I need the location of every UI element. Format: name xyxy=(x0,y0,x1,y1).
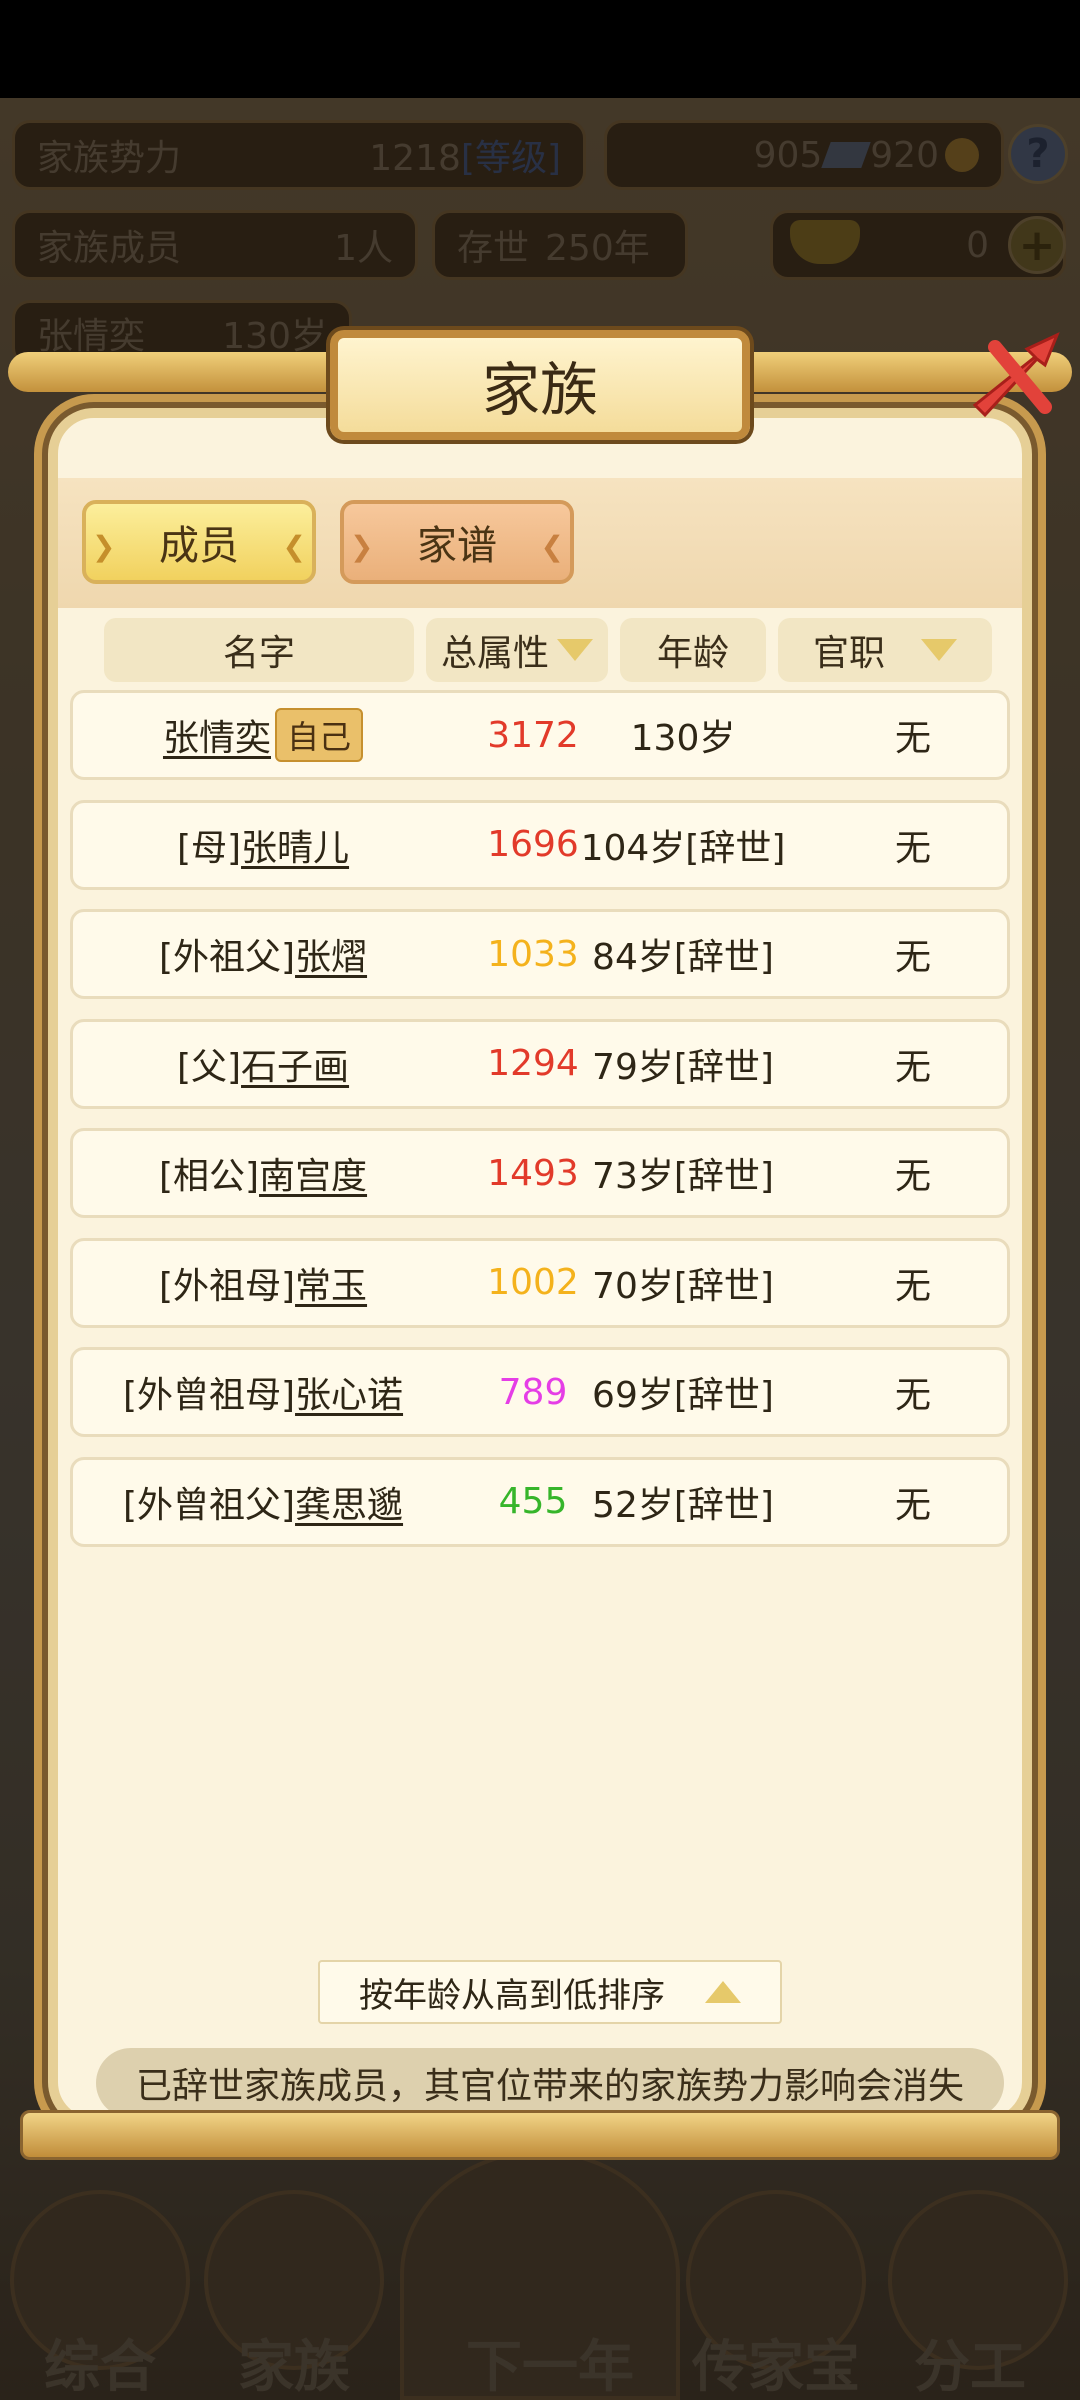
family-dialog: ❯ 成员 ❮ ❯ 家谱 ❮ 名字 总属性 年龄 官职 张情奕 自己 3172 130岁… xyxy=(48,408,1032,2128)
member-row[interactable]: [外祖父] 张熠 1033 84岁[辞世] 无 xyxy=(70,909,1010,999)
member-office: 无 xyxy=(894,937,931,978)
member-name-cell: [外曾祖父] 龚思邈 xyxy=(73,1460,453,1544)
member-name-link[interactable]: 张情奕 xyxy=(163,709,271,761)
column-header-name: 名字 xyxy=(104,618,414,682)
member-age: 130岁 xyxy=(630,718,736,759)
member-name-link[interactable]: 石子画 xyxy=(241,1038,349,1090)
member-relation: [外曾祖母] xyxy=(122,1375,296,1416)
member-age: 70岁[辞世] xyxy=(592,1265,774,1307)
tab-genealogy-label: 家谱 xyxy=(417,523,497,569)
column-header-attr[interactable]: 总属性 xyxy=(426,618,608,682)
member-office: 无 xyxy=(894,1046,931,1088)
member-row[interactable]: [外曾祖母] 张心诺 789 69岁[辞世] 无 xyxy=(70,1347,1010,1437)
member-name-link[interactable]: 南宫度 xyxy=(259,1147,367,1199)
member-age: 69岁[辞世] xyxy=(592,1375,774,1416)
status-bar xyxy=(0,0,1080,98)
member-name-cell: 张情奕 自己 xyxy=(73,693,453,777)
member-office: 无 xyxy=(894,827,931,869)
tab-members[interactable]: ❯ 成员 ❮ xyxy=(82,500,316,584)
member-name-link[interactable]: 张心诺 xyxy=(295,1366,403,1418)
member-name-link[interactable]: 张熠 xyxy=(295,928,367,980)
member-relation: [外祖母] xyxy=(158,1265,296,1307)
member-relation: [母] xyxy=(176,827,242,869)
member-relation: [父] xyxy=(176,1046,242,1088)
member-age: 52岁[辞世] xyxy=(592,1484,774,1526)
member-relation: [相公] xyxy=(158,1156,260,1197)
member-row[interactable]: [母] 张晴儿 1696 104岁[辞世] 无 xyxy=(70,799,1010,890)
notice-banner: 已辞世家族成员，其官位带来的家族势力影响会消失 xyxy=(96,2048,1004,2118)
member-name-cell: [外曾祖母] 张心诺 xyxy=(73,1350,453,1434)
chevron-up-icon xyxy=(705,1981,741,2003)
sort-down-icon xyxy=(557,639,593,661)
member-office: 无 xyxy=(894,718,931,759)
member-office: 无 xyxy=(894,1265,931,1307)
self-badge: 自己 xyxy=(275,708,364,762)
column-header-office[interactable]: 官职 xyxy=(778,618,992,682)
member-age: 84岁[辞世] xyxy=(592,937,774,978)
member-age: 79岁[辞世] xyxy=(592,1046,774,1088)
column-header-attr-label: 总属性 xyxy=(440,633,549,674)
member-age: 104岁[辞世] xyxy=(580,827,786,869)
member-name-cell: [母] 张晴儿 xyxy=(73,803,453,887)
member-age: 73岁[辞世] xyxy=(592,1156,774,1197)
close-button[interactable] xyxy=(960,322,1070,432)
sort-down-icon xyxy=(921,639,957,661)
member-office: 无 xyxy=(894,1484,931,1526)
chevron-right-icon: ❮ xyxy=(282,530,306,563)
member-name-cell: [父] 石子画 xyxy=(73,1022,453,1106)
member-row[interactable]: 张情奕 自己 3172 130岁无 xyxy=(70,690,1010,780)
column-header-age[interactable]: 年龄 xyxy=(620,618,766,682)
member-row[interactable]: [父] 石子画 1294 79岁[辞世] 无 xyxy=(70,1018,1010,1109)
sort-toggle-label: 按年龄从高到低排序 xyxy=(359,1975,665,2016)
member-relation: [外祖父] xyxy=(158,937,296,978)
dialog-bottom-ribbon xyxy=(20,2110,1060,2160)
column-header-office-label: 官职 xyxy=(812,633,885,674)
chevron-left-icon: ❯ xyxy=(350,530,374,563)
member-row[interactable]: [外曾祖父] 龚思邈 455 52岁[辞世] 无 xyxy=(70,1456,1010,1547)
tab-bar: ❯ 成员 ❮ ❯ 家谱 ❮ xyxy=(58,478,1022,608)
member-row[interactable]: [外祖母] 常玉 1002 70岁[辞世] 无 xyxy=(70,1237,1010,1328)
member-office: 无 xyxy=(894,1156,931,1197)
member-row[interactable]: [相公] 南宫度 1493 73岁[辞世] 无 xyxy=(70,1128,1010,1218)
member-name-link[interactable]: 常玉 xyxy=(295,1257,367,1309)
column-header-age-label: 年龄 xyxy=(656,633,729,674)
column-header-name-label: 名字 xyxy=(222,633,295,674)
tab-genealogy[interactable]: ❯ 家谱 ❮ xyxy=(340,500,574,584)
member-relation: [外曾祖父] xyxy=(122,1484,296,1526)
member-name-cell: [相公] 南宫度 xyxy=(73,1131,453,1215)
dialog-title: 家族 xyxy=(481,356,598,424)
chevron-right-icon: ❮ xyxy=(540,530,564,563)
member-name-link[interactable]: 龚思邈 xyxy=(295,1476,403,1528)
tab-members-label: 成员 xyxy=(159,523,239,569)
dialog-title-plate: 家族 xyxy=(330,330,750,440)
member-office: 无 xyxy=(894,1375,931,1416)
member-name-link[interactable]: 张晴儿 xyxy=(241,819,349,871)
close-icon xyxy=(972,332,1060,418)
chevron-left-icon: ❯ xyxy=(92,530,116,563)
sort-toggle-button[interactable]: 按年龄从高到低排序 xyxy=(318,1960,782,2024)
notice-text: 已辞世家族成员，其官位带来的家族势力影响会消失 xyxy=(135,2066,964,2107)
member-name-cell: [外祖父] 张熠 xyxy=(73,912,453,996)
member-name-cell: [外祖母] 常玉 xyxy=(73,1241,453,1325)
